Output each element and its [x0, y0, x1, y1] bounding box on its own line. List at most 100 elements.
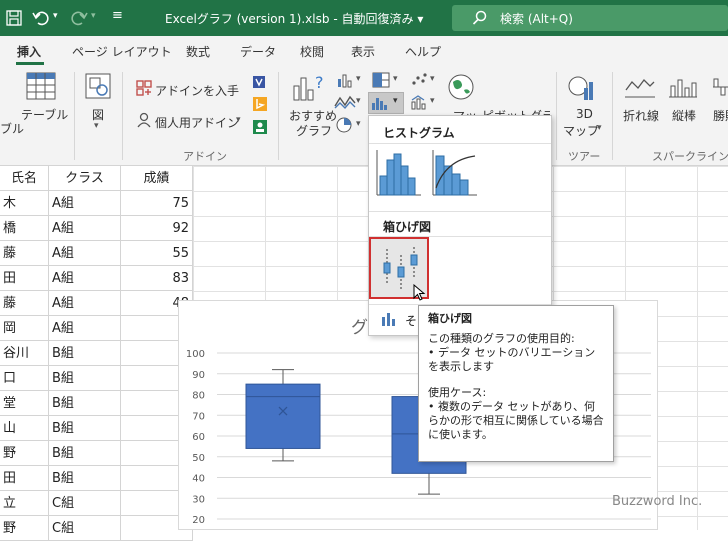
map-chart-icon[interactable]	[446, 72, 476, 102]
3d-map-dropdown-icon[interactable]: ▾	[597, 123, 602, 133]
3d-map-icon[interactable]	[566, 72, 596, 102]
table-cell[interactable]: A組	[49, 291, 121, 316]
scatter-chart-dropdown-icon[interactable]: ▾	[430, 74, 435, 84]
column-header[interactable]: 成績	[121, 166, 193, 191]
customize-qat-icon[interactable]: ≡	[112, 8, 123, 23]
tab-review[interactable]: 校閲	[300, 43, 324, 60]
more-statistic-charts-icon[interactable]	[381, 311, 399, 327]
table-cell[interactable]: 口	[0, 366, 49, 391]
ribbon-separator	[74, 72, 75, 160]
table-cell[interactable]: 55	[121, 241, 193, 266]
visio-icon[interactable]	[252, 74, 268, 90]
table-cell[interactable]: 野	[0, 441, 49, 466]
save-icon[interactable]	[6, 10, 22, 26]
recommended-charts-icon[interactable]: ?	[292, 72, 326, 102]
tour-group-label: ツアー	[568, 150, 601, 163]
histogram-icon[interactable]	[375, 148, 423, 198]
column-header[interactable]: 氏名	[0, 166, 49, 191]
table-cell[interactable]: C組	[49, 516, 121, 541]
line-sparkline-icon[interactable]	[624, 76, 656, 98]
column-sparkline-icon[interactable]	[668, 76, 698, 98]
table-cell[interactable]: 藤	[0, 291, 49, 316]
title-dropdown-icon: ▾	[417, 12, 424, 26]
get-addins-button[interactable]: アドインを入手	[155, 82, 239, 99]
table-cell[interactable]: 75	[121, 191, 193, 216]
combo-chart-icon[interactable]	[410, 94, 428, 110]
personal-addins-button[interactable]: 個人用アドイン	[155, 114, 239, 131]
hierarchy-chart-dropdown-icon[interactable]: ▾	[393, 74, 398, 84]
y-tick-label: 40	[192, 474, 205, 485]
scatter-chart-icon[interactable]	[410, 72, 428, 88]
line-chart-icon[interactable]	[334, 94, 356, 110]
table-cell[interactable]: B組	[49, 416, 121, 441]
redo-dropdown-icon[interactable]: ▾	[91, 11, 96, 21]
column-chart-icon[interactable]	[336, 72, 354, 88]
pie-chart-icon[interactable]	[335, 116, 353, 134]
column-sparkline-button[interactable]: 縦棒	[672, 107, 696, 124]
table-cell[interactable]: C組	[49, 491, 121, 516]
table-cell[interactable]: B組	[49, 441, 121, 466]
table-cell[interactable]: 藤	[0, 241, 49, 266]
line-sparkline-button[interactable]: 折れ線	[623, 107, 659, 124]
line-chart-dropdown-icon[interactable]: ▾	[356, 96, 361, 106]
table-cell[interactable]: 木	[0, 191, 49, 216]
search-icon	[472, 10, 487, 25]
tab-data[interactable]: データ	[240, 43, 276, 60]
table-cell[interactable]: A組	[49, 266, 121, 291]
table-cell[interactable]: B組	[49, 466, 121, 491]
table-cell[interactable]: 92	[121, 216, 193, 241]
personal-addins-icon	[137, 112, 151, 128]
table-cell[interactable]: A組	[49, 191, 121, 216]
personal-addins-dropdown-icon[interactable]: ▾	[236, 115, 241, 125]
winloss-sparkline-icon[interactable]	[712, 76, 728, 98]
search-box[interactable]: 検索 (Alt+Q)	[452, 5, 728, 31]
table-cell[interactable]: A組	[49, 216, 121, 241]
table-cell[interactable]: 山	[0, 416, 49, 441]
pareto-icon[interactable]	[431, 148, 479, 198]
document-title[interactable]: Excelグラフ (version 1).xlsb - 自動回復済み ▾	[165, 10, 423, 27]
table-button[interactable]: テーブル	[21, 106, 68, 123]
table-cell[interactable]: 堂	[0, 391, 49, 416]
undo-dropdown-icon[interactable]: ▾	[53, 11, 58, 21]
table-icon[interactable]	[26, 72, 56, 100]
table-cell[interactable]: B組	[49, 341, 121, 366]
tooltip-usecase-label: 使用ケース:	[428, 386, 487, 399]
tab-formulas[interactable]: 数式	[186, 43, 210, 60]
table-cell[interactable]: A組	[49, 241, 121, 266]
undo-icon[interactable]	[32, 9, 50, 27]
table-cell[interactable]: 野	[0, 516, 49, 541]
y-tick-label: 70	[192, 411, 205, 422]
tab-view[interactable]: 表示	[351, 43, 375, 60]
box	[245, 383, 321, 449]
statistic-chart-button[interactable]: ▾	[368, 92, 404, 114]
tab-insert[interactable]: 挿入	[17, 43, 41, 60]
image-dropdown-icon[interactable]: ▾	[94, 121, 99, 131]
search-placeholder: 検索 (Alt+Q)	[500, 12, 573, 26]
tab-help[interactable]: ヘルプ	[405, 43, 441, 60]
more-statistic-charts-label[interactable]: そ	[405, 312, 417, 329]
table-cell[interactable]: 橋	[0, 216, 49, 241]
tab-page-layout[interactable]: ページ レイアウト	[72, 43, 172, 60]
pie-chart-dropdown-icon[interactable]: ▾	[356, 119, 361, 129]
table-cell[interactable]: 田	[0, 266, 49, 291]
table-cell[interactable]: B組	[49, 366, 121, 391]
recommended-charts-line2[interactable]: グラフ	[296, 122, 332, 139]
table-cell[interactable]: 田	[0, 466, 49, 491]
redo-icon[interactable]	[70, 9, 88, 27]
3d-map-line2[interactable]: マップ	[563, 122, 599, 139]
column-chart-dropdown-icon[interactable]: ▾	[356, 74, 361, 84]
bing-maps-icon[interactable]	[252, 96, 268, 112]
table-cell[interactable]: B組	[49, 391, 121, 416]
table-cell[interactable]: A組	[49, 316, 121, 341]
combo-chart-dropdown-icon[interactable]: ▾	[430, 96, 435, 106]
table-cell[interactable]: 立	[0, 491, 49, 516]
winloss-sparkline-button[interactable]: 勝敗	[713, 107, 728, 124]
table-cell[interactable]: 83	[121, 266, 193, 291]
3d-map-line1[interactable]: 3D	[576, 107, 593, 121]
table-cell[interactable]: 岡	[0, 316, 49, 341]
image-icon[interactable]	[84, 72, 112, 100]
people-graph-icon[interactable]	[252, 119, 268, 135]
table-cell[interactable]: 谷川	[0, 341, 49, 366]
hierarchy-chart-icon[interactable]	[372, 72, 390, 88]
column-header[interactable]: クラス	[49, 166, 121, 191]
